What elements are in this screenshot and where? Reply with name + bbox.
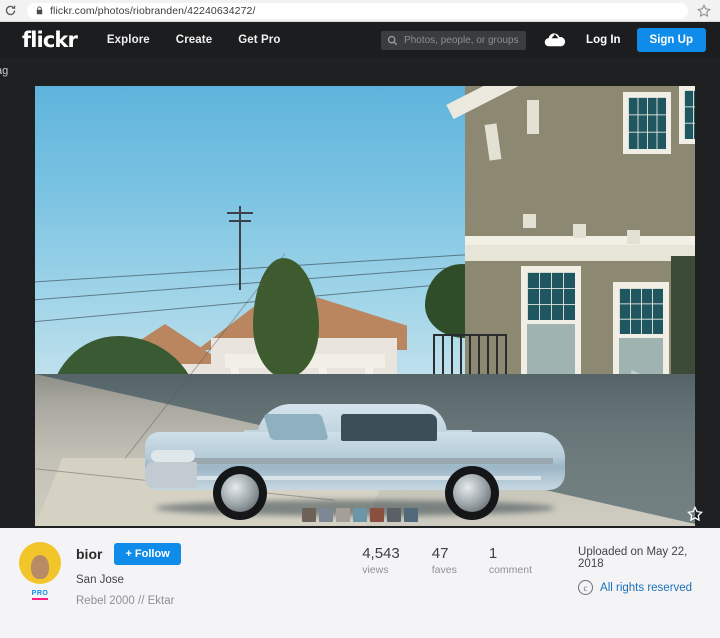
upload-date: Uploaded on May 22, 2018 [578,546,688,570]
tv-antenna [239,206,241,290]
tag-label[interactable]: tag [0,65,8,77]
stat-value: 4,543 [362,545,400,562]
filmstrip-thumb[interactable] [404,508,418,522]
filmstrip-thumb[interactable] [387,508,401,522]
filmstrip-thumb[interactable] [336,508,350,522]
photo-caption: Rebel 2000 // Ektar [76,595,175,607]
owner-text: bior + Follow San Jose Rebel 2000 // Ekt… [76,542,181,638]
tv-antenna-bar [227,212,253,214]
house-belt-course [465,244,695,261]
license-row: c All rights reserved [578,580,702,595]
license-text[interactable]: All rights reserved [600,582,692,594]
filmstrip-thumb[interactable] [302,508,316,522]
flickr-navbar: flickr Explore Create Get Pro Log In Sig… [0,22,720,58]
nav-link-get-pro[interactable]: Get Pro [238,34,280,46]
photo-info-panel: PRO bior + Follow San Jose Rebel 2000 //… [0,528,720,638]
search-input[interactable] [404,34,521,46]
nav-link-explore[interactable]: Explore [107,34,150,46]
owner-row: bior + Follow [76,543,181,565]
nav-link-create[interactable]: Create [176,34,212,46]
photo-filmstrip[interactable] [0,502,720,528]
avatar-column: PRO [14,542,66,638]
window-upper [679,86,695,144]
avatar[interactable] [19,542,61,584]
stat-label: faves [431,564,457,576]
stat-value: 1 [488,545,498,562]
stat-label: comment [488,564,533,576]
trim-block [627,230,640,244]
stat-faves: 47 faves [432,545,457,638]
bookmark-star-icon[interactable] [696,3,712,19]
stat-views: 4,543 views [362,545,400,638]
porch-recess [671,256,695,392]
filmstrip-thumb[interactable] [370,508,384,522]
owner-name[interactable]: bior [76,546,102,562]
address-bar[interactable]: flickr.com/photos/riobranden/42240634272… [27,2,688,19]
filmstrip-thumb[interactable] [319,508,333,522]
follow-button[interactable]: + Follow [114,543,181,565]
copyright-icon: c [578,580,594,595]
owner-block: PRO bior + Follow San Jose Rebel 2000 //… [14,542,310,638]
photo-stage: tag [0,58,720,528]
photo-image[interactable] [35,86,695,526]
url-text: flickr.com/photos/riobranden/42240634272… [50,4,256,17]
lock-icon [36,6,43,15]
signup-button[interactable]: Sign Up [636,28,706,52]
pro-badge: PRO [31,589,49,600]
cloud-upload-icon[interactable] [544,32,566,48]
stats-block: 4,543 views 47 faves 1 comment [362,542,564,638]
favorite-star-icon[interactable] [686,505,704,523]
stat-label: views [362,564,389,576]
window-upper [623,92,671,154]
window-lower [521,266,581,384]
trim-block [573,224,586,238]
meta-block: Uploaded on May 22, 2018 c All rights re… [578,542,702,638]
stat-value: 47 [431,545,449,562]
flickr-logo[interactable]: flickr [22,28,78,52]
browser-toolbar: flickr.com/photos/riobranden/42240634272… [0,0,720,22]
stat-comments: 1 comment [489,545,532,638]
search-box[interactable] [381,30,527,50]
tv-antenna-bar [229,220,251,222]
tag-strip: tag [0,58,720,84]
owner-location[interactable]: San Jose [76,574,181,586]
car-impala [145,404,565,520]
login-link[interactable]: Log In [586,34,621,46]
trim-block [523,214,536,228]
eave-bracket [527,100,539,134]
filmstrip-thumb[interactable] [353,508,367,522]
search-icon [387,35,398,45]
reload-icon[interactable] [3,4,17,18]
